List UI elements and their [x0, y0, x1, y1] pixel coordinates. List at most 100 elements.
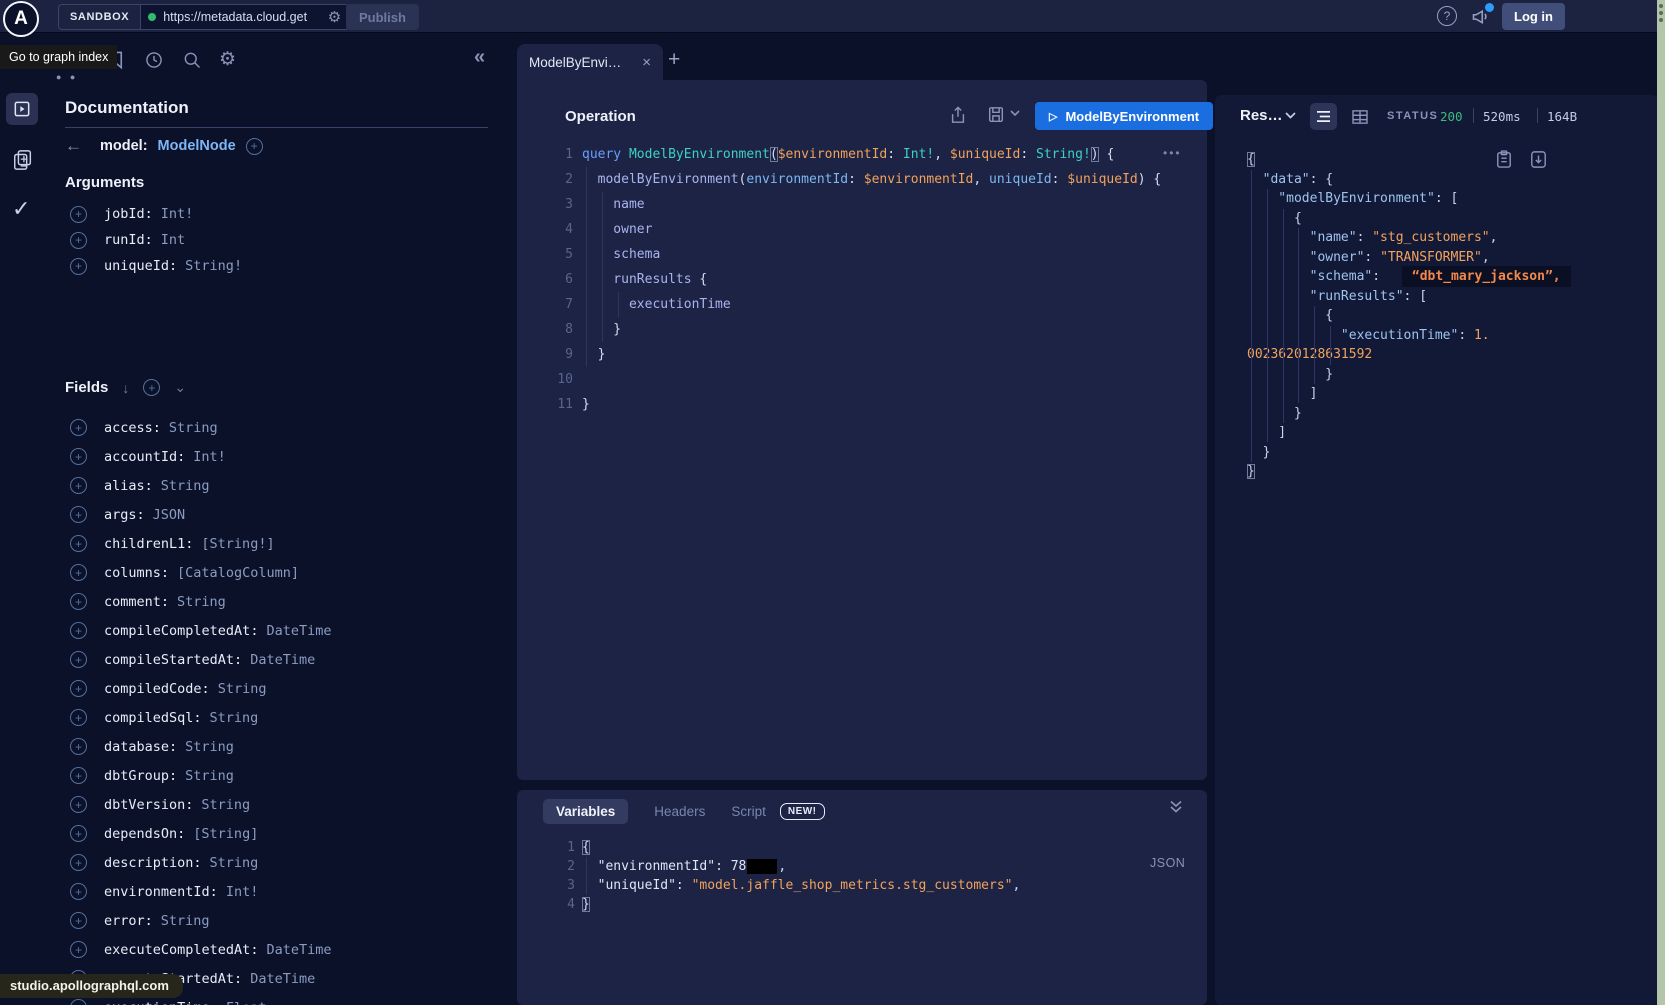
add-field-icon[interactable]: + — [70, 232, 87, 249]
add-field-icon[interactable]: + — [70, 738, 87, 755]
add-field-icon[interactable]: + — [70, 883, 87, 900]
collapse-variables-icon[interactable] — [1169, 800, 1183, 813]
indent-guide — [586, 167, 587, 367]
save-chevron-icon[interactable] — [1010, 110, 1020, 117]
breadcrumb-type-link[interactable]: ModelNode — [158, 138, 236, 154]
response-view-json-icon[interactable] — [1310, 103, 1337, 130]
doc-field-row[interactable]: + executeCompletedAt DateTime — [70, 935, 510, 964]
operation-menu-icon[interactable]: ••• — [1163, 146, 1182, 160]
tab-headers[interactable]: Headers — [654, 804, 705, 819]
doc-field-row[interactable]: + args JSON — [70, 500, 510, 529]
doc-field-row[interactable]: + compiledCode String — [70, 674, 510, 703]
line-number: 11 — [541, 392, 573, 417]
variables-editor[interactable]: { "environmentId": 78, "uniqueId": "mode… — [582, 838, 1020, 914]
doc-field-row[interactable]: + columns [CatalogColumn] — [70, 558, 510, 587]
doc-field-row[interactable]: + error String — [70, 906, 510, 935]
add-field-icon[interactable]: + — [70, 535, 87, 552]
response-chevron-icon[interactable] — [1285, 112, 1296, 119]
announcements-megaphone-icon[interactable] — [1470, 6, 1491, 27]
sidebar-item-schema-diff[interactable] — [12, 148, 34, 172]
add-field-icon[interactable]: + — [70, 258, 87, 275]
add-field-icon[interactable]: + — [70, 564, 87, 581]
doc-field-row[interactable]: + description String — [70, 848, 510, 877]
apollo-logo[interactable]: A — [3, 1, 39, 37]
save-icon[interactable] — [987, 105, 1005, 125]
line-number: 8 — [541, 317, 573, 342]
add-field-icon[interactable]: + — [70, 825, 87, 842]
add-field-icon[interactable]: + — [70, 506, 87, 523]
history-clock-icon[interactable] — [144, 50, 164, 70]
tab-modelbyenvironment[interactable]: ModelByEnvi… × — [517, 44, 663, 81]
connection-settings-gear-icon[interactable]: ⚙ — [328, 10, 341, 25]
add-field-icon[interactable]: + — [70, 206, 87, 223]
run-operation-button[interactable]: ▷ ModelByEnvironment — [1035, 102, 1213, 130]
tab-variables[interactable]: Variables — [543, 799, 628, 824]
add-field-icon[interactable]: + — [70, 419, 87, 436]
tab-close-icon[interactable]: × — [642, 54, 651, 71]
doc-field-row[interactable]: + childrenL1 [String!] — [70, 529, 510, 558]
doc-field-row[interactable]: + dbtVersion String — [70, 790, 510, 819]
tab-script[interactable]: Script — [731, 804, 766, 819]
add-field-icon[interactable]: + — [70, 709, 87, 726]
endpoint-url-input[interactable]: https://metadata.cloud.get ⚙ — [141, 4, 349, 30]
sidebar-item-explorer[interactable] — [6, 93, 38, 125]
doc-field-row[interactable]: + compiledSql String — [70, 703, 510, 732]
json-mode-label: JSON — [1150, 856, 1185, 870]
page-scrollbar[interactable] — [1657, 0, 1665, 1005]
add-field-icon[interactable]: + — [70, 477, 87, 494]
field-type: Int! — [226, 884, 259, 900]
doc-field-row[interactable]: + jobId Int! — [70, 201, 510, 227]
sidebar-item-checks[interactable]: ✓ — [12, 196, 30, 222]
code-line: } — [1247, 365, 1571, 385]
publish-button[interactable]: Publish — [346, 4, 419, 30]
doc-field-row[interactable]: + compileStartedAt DateTime — [70, 645, 510, 674]
share-icon[interactable] — [949, 105, 967, 125]
back-arrow-icon[interactable]: ← — [65, 136, 82, 156]
add-field-icon[interactable]: + — [70, 622, 87, 639]
add-field-icon[interactable]: + — [70, 854, 87, 871]
add-field-icon[interactable]: + — [70, 999, 87, 1005]
indent-guide — [1267, 189, 1268, 442]
doc-field-row[interactable]: + dbtGroup String — [70, 761, 510, 790]
login-button[interactable]: Log in — [1502, 3, 1565, 30]
add-field-icon[interactable]: + — [70, 680, 87, 697]
code-line: } — [1247, 404, 1571, 424]
field-name: childrenL1 — [104, 536, 193, 552]
add-field-icon[interactable]: + — [70, 767, 87, 784]
operation-editor[interactable]: query ModelByEnvironment($environmentId:… — [582, 142, 1161, 417]
doc-field-row[interactable]: + compileCompletedAt DateTime — [70, 616, 510, 645]
explorer-settings-gear-icon[interactable]: ⚙ — [219, 48, 236, 71]
response-view-table-icon[interactable] — [1346, 103, 1373, 130]
endpoint-url-text: https://metadata.cloud.get — [163, 10, 321, 24]
add-field-icon[interactable]: + — [70, 651, 87, 668]
add-field-icon[interactable]: + — [70, 796, 87, 813]
sort-fields-icon[interactable]: ↓ — [122, 380, 129, 396]
line-number: 7 — [541, 292, 573, 317]
doc-field-row[interactable]: + comment String — [70, 587, 510, 616]
doc-field-row[interactable]: + accountId Int! — [70, 442, 510, 471]
search-icon[interactable] — [182, 50, 202, 70]
doc-field-row[interactable]: + runId Int — [70, 227, 510, 253]
add-field-icon[interactable]: + — [70, 912, 87, 929]
indent-guide — [1251, 170, 1252, 462]
add-field-icon[interactable]: + — [70, 941, 87, 958]
help-icon[interactable]: ? — [1437, 6, 1457, 26]
doc-field-row[interactable]: + access String — [70, 413, 510, 442]
indent-guide — [1314, 306, 1315, 384]
add-fields-icon[interactable]: + — [143, 379, 160, 396]
doc-field-row[interactable]: + environmentId Int! — [70, 877, 510, 906]
doc-field-row[interactable]: + dependsOn [String] — [70, 819, 510, 848]
doc-field-row[interactable]: + database String — [70, 732, 510, 761]
add-field-icon[interactable]: + — [70, 593, 87, 610]
chevron-down-icon[interactable]: ⌄ — [174, 379, 186, 396]
add-field-icon[interactable]: + — [70, 448, 87, 465]
response-json-viewer[interactable]: { "data": { "modelByEnvironment": [ { "n… — [1247, 150, 1571, 482]
doc-field-row[interactable]: + alias String — [70, 471, 510, 500]
code-line: name — [582, 192, 1161, 217]
browser-status-url: studio.apollographql.com — [0, 974, 183, 998]
add-all-fields-icon[interactable]: + — [246, 138, 263, 155]
code-line: } — [1247, 443, 1571, 463]
collapse-panel-icon[interactable]: « — [474, 46, 485, 69]
doc-field-row[interactable]: + uniqueId String! — [70, 253, 510, 279]
new-tab-icon[interactable]: + — [668, 48, 680, 72]
